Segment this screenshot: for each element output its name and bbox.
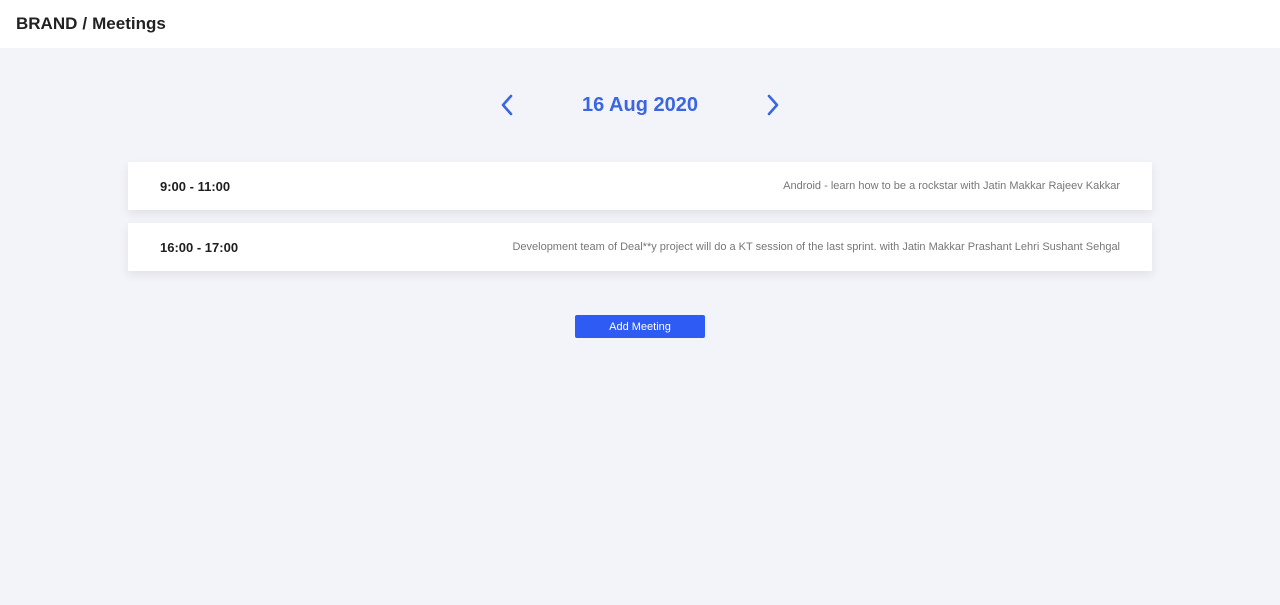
meeting-time: 16:00 - 17:00 (160, 239, 239, 255)
breadcrumb: BRAND / Meetings (16, 14, 166, 34)
meeting-list: 9:00 - 11:00 Android - learn how to be a… (128, 162, 1152, 284)
top-bar: BRAND / Meetings (0, 0, 1280, 48)
add-meeting-button[interactable]: Add Meeting (575, 315, 705, 338)
meeting-description: Android - learn how to be a rockstar wit… (783, 180, 1120, 192)
current-date: 16 Aug 2020 (582, 94, 698, 116)
next-day-button[interactable] (758, 90, 788, 120)
date-navigator: 16 Aug 2020 (0, 86, 1280, 124)
breadcrumb-separator: / (82, 14, 88, 33)
meeting-description: Development team of Deal**y project will… (512, 241, 1120, 253)
meeting-item[interactable]: 16:00 - 17:00 Development team of Deal**… (128, 223, 1152, 271)
chevron-left-icon (501, 94, 513, 116)
breadcrumb-page: Meetings (92, 14, 166, 33)
previous-day-button[interactable] (492, 90, 522, 120)
breadcrumb-brand[interactable]: BRAND (16, 14, 77, 34)
meeting-time: 9:00 - 11:00 (160, 178, 231, 194)
meeting-item[interactable]: 9:00 - 11:00 Android - learn how to be a… (128, 162, 1152, 210)
chevron-right-icon (767, 94, 779, 116)
